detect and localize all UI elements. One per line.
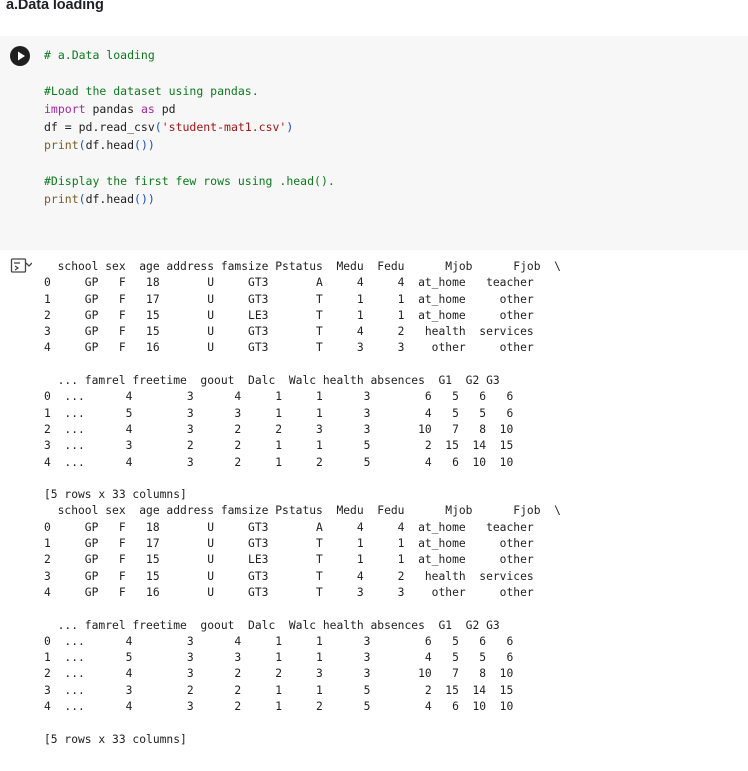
code-token: )	[286, 120, 294, 134]
code-line: df = pd.read_csv('student-mat1.csv')	[44, 118, 335, 136]
output-line: 1 ... 5 3 3 1 1 3 4 5 5 6	[44, 406, 527, 420]
output-line: 2 ... 4 3 2 2 3 3 10 7 8 10	[44, 667, 527, 681]
code-token: (	[154, 120, 162, 134]
output-toggle-icon-glyph	[10, 258, 33, 273]
code-token: print	[44, 138, 79, 152]
code-token: print	[44, 192, 79, 206]
code-token: (	[78, 192, 86, 206]
play-icon	[18, 51, 25, 61]
code-token: #Load the dataset using pandas.	[44, 84, 259, 98]
code-token: as	[140, 102, 155, 116]
output-line: 4 ... 4 3 2 1 2 5 4 6 10 10	[44, 455, 527, 469]
output-line: 1 GP F 17 U GT3 T 1 1 at_home other	[44, 537, 555, 551]
code-line: import pandas as pd	[44, 100, 335, 118]
output-line: 3 GP F 15 U GT3 T 4 2 health services	[44, 325, 555, 339]
output-line: 0 GP F 18 U GT3 A 4 4 at_home teacher	[44, 520, 555, 534]
output-line: ... famrel freetime goout Dalc Walc heal…	[44, 618, 514, 632]
output-line: 2 ... 4 3 2 2 3 3 10 7 8 10	[44, 422, 527, 436]
output-line: 2 GP F 15 U LE3 T 1 1 at_home other	[44, 308, 555, 322]
output-line: 3 ... 3 2 2 1 1 5 2 15 14 15	[44, 683, 527, 697]
cell-output: school sex age address famsize Pstatus M…	[44, 259, 561, 748]
output-line: ... famrel freetime goout Dalc Walc heal…	[44, 374, 514, 388]
code-token: pandas	[85, 102, 141, 116]
output-toggle-icon[interactable]	[10, 257, 33, 275]
output-line: 4 GP F 16 U GT3 T 3 3 other other	[44, 341, 555, 355]
code-line: #Load the dataset using pandas.	[44, 82, 335, 100]
output-line: 0 GP F 18 U GT3 A 4 4 at_home teacher	[44, 276, 555, 290]
code-token: ())	[134, 192, 155, 206]
output-line: school sex age address famsize Pstatus M…	[44, 260, 561, 273]
output-line: 1 GP F 17 U GT3 T 1 1 at_home other	[44, 292, 555, 306]
code-token: df = pd.	[44, 120, 100, 134]
code-editor[interactable]: # a.Data loading #Load the dataset using …	[44, 46, 335, 208]
output-line: 3 GP F 15 U GT3 T 4 2 health services	[44, 569, 555, 583]
code-token: # a.Data loading	[44, 48, 155, 62]
output-line: [5 rows x 33 columns]	[44, 732, 187, 746]
code-line: # a.Data loading	[44, 46, 335, 64]
output-line: 4 ... 4 3 2 1 2 5 4 6 10 10	[44, 700, 527, 714]
code-token: pd	[154, 102, 176, 116]
output-line: school sex age address famsize Pstatus M…	[44, 504, 561, 518]
output-line: 1 ... 5 3 3 1 1 3 4 5 5 6	[44, 651, 527, 665]
output-line: 3 ... 3 2 2 1 1 5 2 15 14 15	[44, 439, 527, 453]
output-line: 2 GP F 15 U LE3 T 1 1 at_home other	[44, 553, 555, 567]
output-line: 0 ... 4 3 4 1 1 3 6 5 6 6	[44, 390, 527, 404]
code-token: df.head	[85, 192, 135, 206]
code-token: import	[44, 102, 86, 116]
code-line: #Display the first few rows using .head(…	[44, 172, 335, 190]
code-token: (	[78, 138, 86, 152]
code-token: df.head	[85, 138, 135, 152]
output-line: [5 rows x 33 columns]	[44, 488, 187, 502]
code-token: ())	[134, 138, 155, 152]
code-line: print(df.head())	[44, 190, 335, 208]
code-token: 'student-mat1.csv'	[161, 120, 287, 134]
code-token: read_csv	[99, 120, 155, 134]
section-heading: a.Data loading	[6, 0, 104, 13]
code-line: print(df.head())	[44, 136, 335, 154]
output-line: 0 ... 4 3 4 1 1 3 6 5 6 6	[44, 634, 527, 648]
code-token: #Display the first few rows using .head(…	[44, 174, 335, 188]
run-cell-button[interactable]	[10, 46, 30, 66]
output-line: 4 GP F 16 U GT3 T 3 3 other other	[44, 585, 555, 599]
